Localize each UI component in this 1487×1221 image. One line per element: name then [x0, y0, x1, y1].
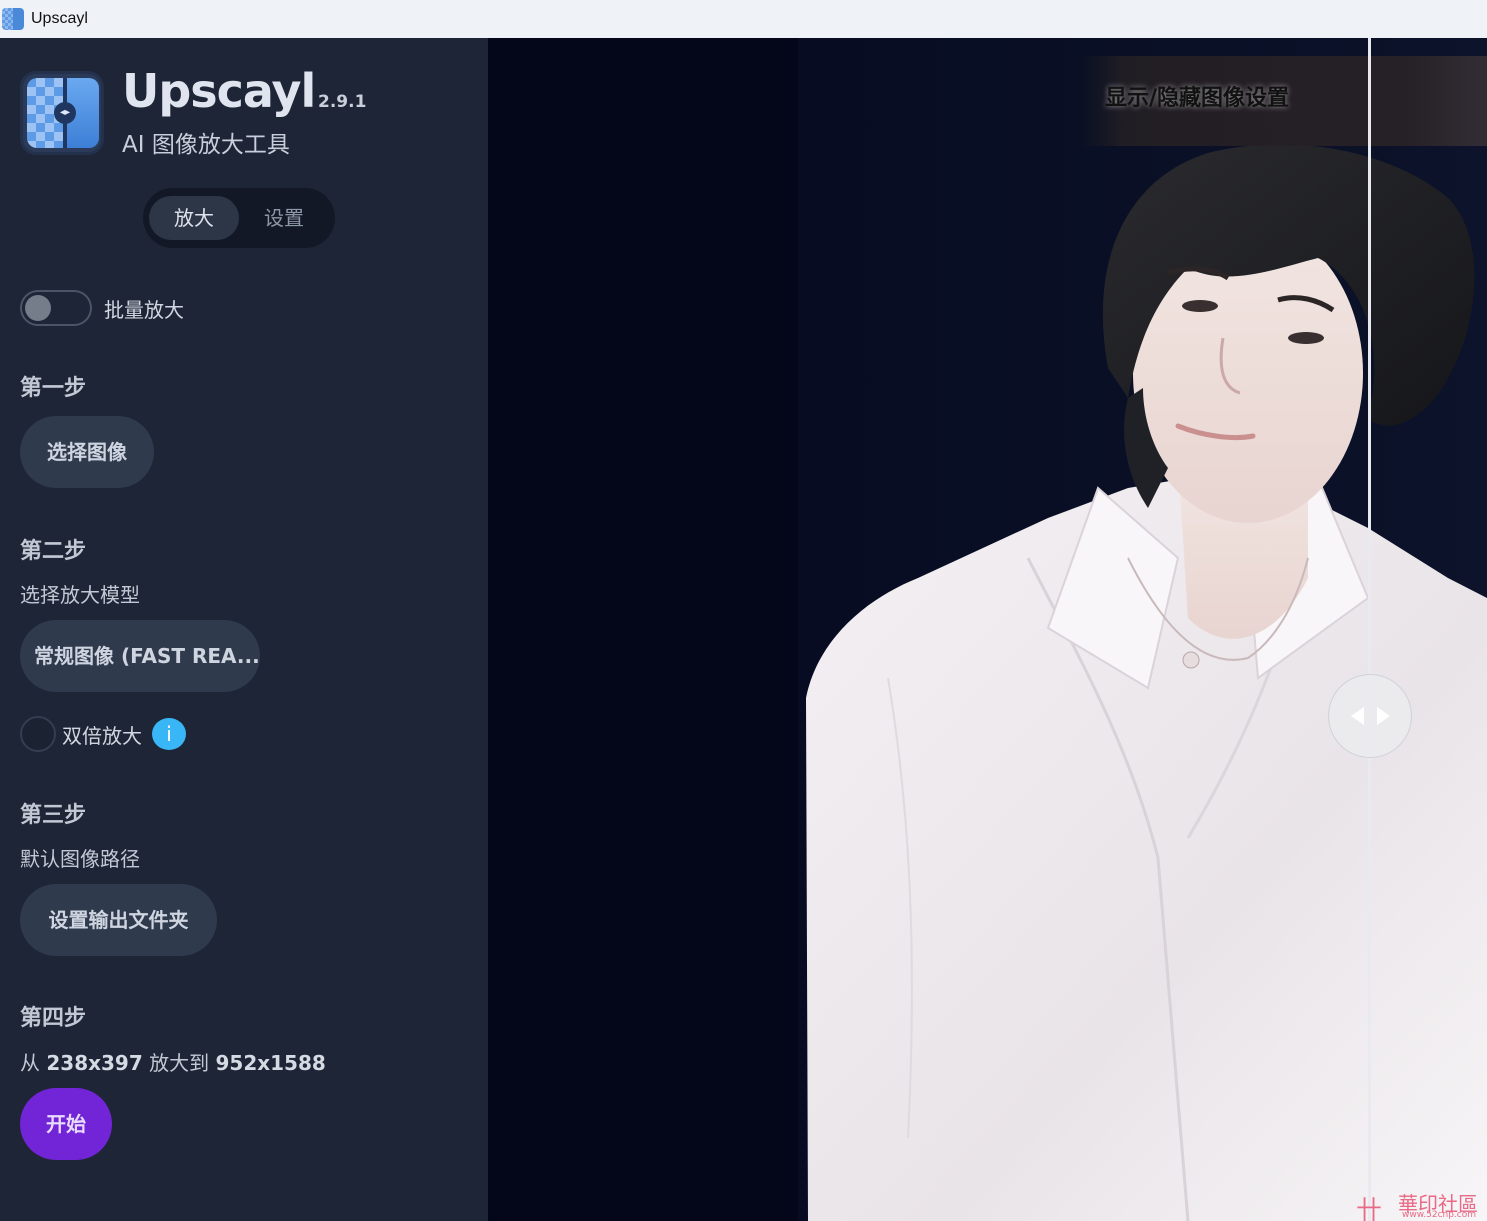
brand-version: 2.9.1	[318, 92, 367, 112]
scale-summary: 从 238x397 放大到 952x1588	[20, 1047, 326, 1076]
batch-upscale-toggle[interactable]	[20, 290, 92, 326]
select-image-button[interactable]: 选择图像	[20, 416, 154, 488]
brand-name: Upscayl	[122, 64, 316, 118]
upscayl-logo-icon: ◂▸	[20, 71, 104, 155]
toggle-image-settings-button[interactable]: 显示/隐藏图像设置	[1105, 80, 1289, 112]
image-viewer: 显示/隐藏图像设置 卄 華印社區 www.52cnp.com	[488, 38, 1487, 1221]
tab-settings[interactable]: 设置	[243, 196, 325, 240]
sidebar: ◂▸ Upscayl 2.9.1 AI 图像放大工具 放大 设置 批量放大 第一…	[0, 38, 488, 1221]
window-title: Upscayl	[31, 10, 88, 27]
start-button[interactable]: 开始	[20, 1088, 112, 1160]
toggle-knob	[25, 295, 51, 321]
info-icon[interactable]: i	[152, 718, 186, 750]
scale-from-size: 238x397	[46, 1051, 143, 1075]
tab-upscale[interactable]: 放大	[149, 196, 239, 240]
step3-subtitle: 默认图像路径	[20, 847, 140, 871]
scale-from-word: 从	[20, 1051, 40, 1075]
model-select-button[interactable]: 常规图像 (FAST REA...	[20, 620, 260, 692]
double-upscale-checkbox[interactable]	[20, 716, 56, 752]
title-bar: Upscayl	[0, 0, 1487, 38]
watermark-url: www.52cnp.com	[1402, 1210, 1477, 1220]
app-icon	[2, 8, 24, 30]
watermark: 卄 華印社區 www.52cnp.com	[1354, 1188, 1487, 1221]
step2-subtitle: 选择放大模型	[20, 583, 140, 607]
arrow-right-icon	[1377, 707, 1390, 725]
preview-image	[806, 144, 1487, 1221]
scale-to-word: 放大到	[149, 1051, 210, 1075]
brand-subtitle: AI 图像放大工具	[122, 132, 290, 158]
watermark-logo-icon: 卄	[1356, 1196, 1383, 1221]
step4-heading: 第四步	[20, 1006, 87, 1031]
scale-to-size: 952x1588	[215, 1051, 326, 1075]
compare-slider-handle[interactable]	[1328, 674, 1412, 758]
step3-heading: 第三步	[20, 803, 87, 828]
tab-switcher: 放大 设置	[143, 188, 335, 248]
double-upscale-label: 双倍放大	[62, 724, 142, 748]
step1-heading: 第一步	[20, 376, 87, 401]
arrow-left-icon	[1351, 707, 1364, 725]
step2-heading: 第二步	[20, 539, 87, 564]
batch-upscale-label: 批量放大	[104, 298, 184, 322]
set-output-folder-button[interactable]: 设置输出文件夹	[20, 884, 217, 956]
compare-divider[interactable]	[1368, 38, 1371, 1221]
